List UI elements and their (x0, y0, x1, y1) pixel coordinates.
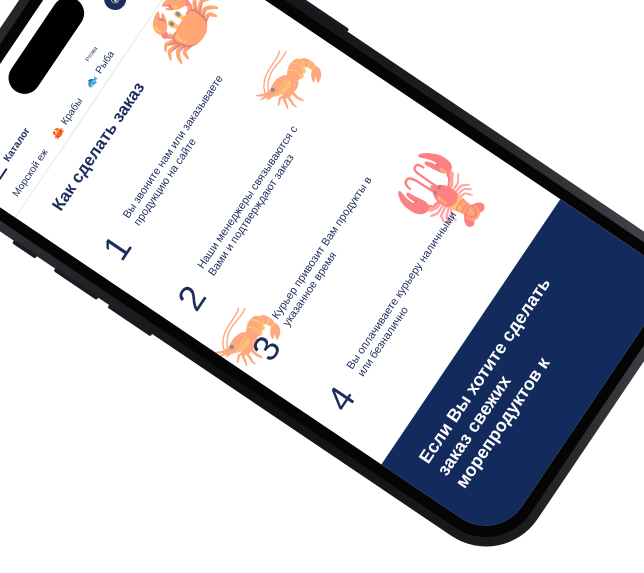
phone-mockup: Каталог ✆ ☺ 🛒 0 Ртова Морской еж 🦀 К (0, 0, 644, 571)
step-number: 4 (318, 378, 364, 419)
shrimp-illustration-icon: 🦐 (241, 34, 333, 128)
hamburger-menu-icon[interactable] (0, 162, 8, 184)
step-number: 1 (94, 227, 140, 268)
phone-screen: Каталог ✆ ☺ 🛒 0 Ртова Морской еж 🦀 К (0, 0, 644, 543)
crab-icon: 🦀 (49, 123, 67, 143)
stage: Каталог ✆ ☺ 🛒 0 Ртова Морской еж 🦀 К (0, 0, 644, 571)
fish-icon: 🐟 (83, 72, 102, 91)
step-number: 2 (168, 278, 215, 318)
step-text: Вы звоните нам или заказываете продукцию… (120, 73, 226, 228)
